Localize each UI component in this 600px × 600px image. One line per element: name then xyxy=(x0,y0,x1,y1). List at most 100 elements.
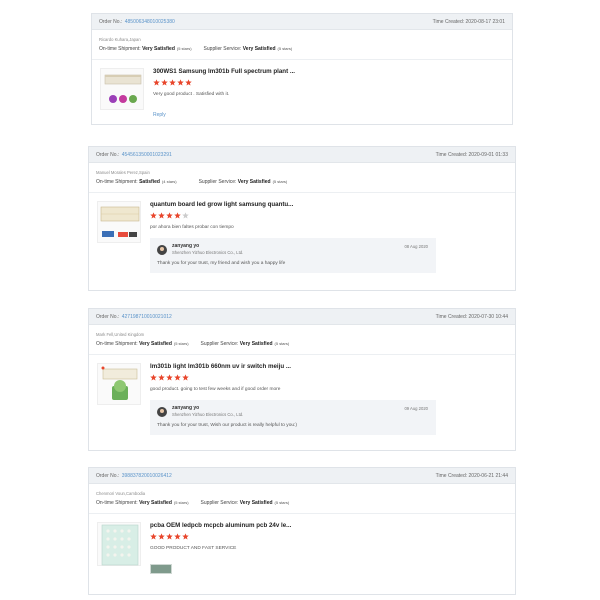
star-filled-icon xyxy=(166,212,173,219)
time-created-label: Time Created: xyxy=(435,314,468,320)
time-created-label: Time Created: xyxy=(435,152,468,158)
ratings-row: On-time Shipment: Very Satisfied (5 stars… xyxy=(89,338,515,349)
star-empty-icon xyxy=(182,212,189,219)
buyer-name: Ricardo Kuhara,Japan xyxy=(99,37,141,42)
reply-text: Thank you for your trust, my friend and … xyxy=(157,261,286,266)
review-card: Order No.: 454561350001023291 Time Creat… xyxy=(88,146,516,291)
ratings-row: On-time Shipment: Very Satisfied (5 stars… xyxy=(89,497,515,508)
time-created-value: 2020-06-21 21:44 xyxy=(468,473,508,479)
shipment-stars: (5 stars) xyxy=(173,500,189,505)
service-rating: Very Satisfied xyxy=(239,341,273,347)
star-filled-icon xyxy=(177,79,184,86)
star-filled-icon xyxy=(182,374,189,381)
service-stars: (5 stars) xyxy=(272,179,288,184)
supplier-reply: zanyang yo Shenzhen Yizhuo Electronics C… xyxy=(150,400,436,435)
card-header: Order No.: 454561350001023291 Time Creat… xyxy=(89,147,515,163)
service-stars: (5 stars) xyxy=(274,341,290,346)
shipment-rating: Very Satisfied xyxy=(139,500,172,506)
product-image[interactable] xyxy=(100,68,144,110)
star-filled-icon xyxy=(166,533,173,540)
star-rating xyxy=(150,533,508,541)
star-filled-icon xyxy=(166,374,173,381)
service-stars: (5 stars) xyxy=(274,500,290,505)
review-comment: por ahora bien faltes probar con tiempo xyxy=(150,225,234,230)
service-label: Supplier Service: xyxy=(200,500,239,506)
review-body: quantum board led grow light samsung qua… xyxy=(89,193,515,273)
star-filled-icon xyxy=(174,533,181,540)
order-number-link[interactable]: 454561350001023291 xyxy=(122,152,172,158)
order-number-link[interactable]: 398837820010026412 xyxy=(122,473,172,479)
product-title[interactable]: pcba OEM ledpcb mcpcb aluminum pcb 24v l… xyxy=(150,522,508,530)
time-created-value: 2020-09-01 01:33 xyxy=(468,152,508,158)
service-rating: Very Satisfied xyxy=(242,46,276,52)
review-body: pcba OEM ledpcb mcpcb aluminum pcb 24v l… xyxy=(89,514,515,574)
avatar xyxy=(157,245,167,255)
star-filled-icon xyxy=(158,212,165,219)
star-rating xyxy=(153,79,505,87)
replier-company: Shenzhen Yizhuo Electronics Co., Ltd. xyxy=(172,412,244,417)
star-filled-icon xyxy=(158,533,165,540)
shipment-label: On-time Shipment: xyxy=(96,341,138,347)
supplier-reply: zanyang yo Shenzhen Yizhuo Electronics C… xyxy=(150,238,436,273)
star-filled-icon xyxy=(174,212,181,219)
order-number-link[interactable]: 485006348010025380 xyxy=(125,19,175,25)
order-no-label: Order No.: xyxy=(99,19,123,25)
review-comment: GOOD PRODUCT AND FAST SERVICE xyxy=(150,546,237,551)
card-header: Order No.: 485006348010025380 Time Creat… xyxy=(92,14,512,30)
time-created-label: Time Created: xyxy=(432,19,465,25)
shipment-stars: (5 stars) xyxy=(173,341,189,346)
card-header: Order No.: 427198710010021012 Time Creat… xyxy=(89,309,515,325)
product-image[interactable] xyxy=(97,363,141,405)
card-header: Order No.: 398837820010026412 Time Creat… xyxy=(89,468,515,484)
buyer-name: Chenmori Voun,Cambodia xyxy=(96,491,146,496)
ratings-row: On-time Shipment: Very Satisfied (5 stars… xyxy=(92,43,512,54)
product-image[interactable] xyxy=(97,522,141,566)
shipment-label: On-time Shipment: xyxy=(96,179,138,185)
star-rating xyxy=(150,212,508,220)
time-created-value: 2020-08-17 23:01 xyxy=(465,19,505,25)
star-filled-icon xyxy=(174,374,181,381)
star-filled-icon xyxy=(185,79,192,86)
shipment-rating: Very Satisfied xyxy=(139,341,172,347)
shipment-label: On-time Shipment: xyxy=(99,46,141,52)
star-filled-icon xyxy=(150,374,157,381)
star-filled-icon xyxy=(150,212,157,219)
buyer-name: Manuel Morales Perez,Spain xyxy=(96,170,150,175)
service-label: Supplier Service: xyxy=(198,179,237,185)
shipment-stars: (5 stars) xyxy=(176,46,192,51)
avatar xyxy=(157,407,167,417)
review-photo[interactable] xyxy=(150,564,172,574)
review-card: Order No.: 427198710010021012 Time Creat… xyxy=(88,308,516,451)
service-rating: Very Satisfied xyxy=(239,500,273,506)
review-body: lm301b light lm301b 660nm uv ir switch m… xyxy=(89,355,515,435)
product-image[interactable] xyxy=(97,201,141,243)
review-card: Order No.: 485006348010025380 Time Creat… xyxy=(91,13,513,125)
order-number-link[interactable]: 427198710010021012 xyxy=(122,314,172,320)
review-body: 300WS1 Samsung lm301b Full spectrum plan… xyxy=(92,60,512,118)
service-label: Supplier Service: xyxy=(203,46,242,52)
star-filled-icon xyxy=(169,79,176,86)
service-label: Supplier Service: xyxy=(200,341,239,347)
product-title[interactable]: quantum board led grow light samsung qua… xyxy=(150,201,508,209)
reply-date: 08 Aug 2020 xyxy=(404,244,428,249)
reply-date: 09 Aug 2020 xyxy=(404,406,428,411)
order-no-label: Order No.: xyxy=(96,152,120,158)
time-created-label: Time Created: xyxy=(435,473,468,479)
grow-light-image xyxy=(101,366,138,400)
order-no-label: Order No.: xyxy=(96,473,120,479)
product-title[interactable]: 300WS1 Samsung lm301b Full spectrum plan… xyxy=(153,68,505,76)
shipment-label: On-time Shipment: xyxy=(96,500,138,506)
ratings-row: On-time Shipment: Satisfied (4 stars) Sup… xyxy=(89,176,515,187)
order-no-label: Order No.: xyxy=(96,314,120,320)
star-rating xyxy=(150,374,508,382)
review-card: Order No.: 398837820010026412 Time Creat… xyxy=(88,467,516,595)
product-title[interactable]: lm301b light lm301b 660nm uv ir switch m… xyxy=(150,363,508,371)
review-comment: good product. going to test few weeks an… xyxy=(150,387,281,392)
reply-link[interactable]: Reply xyxy=(153,112,505,118)
grow-light-image xyxy=(104,74,142,103)
star-filled-icon xyxy=(150,533,157,540)
service-rating: Very Satisfied xyxy=(237,179,271,185)
star-filled-icon xyxy=(161,79,168,86)
pcb-board-image xyxy=(101,524,139,566)
shipment-rating: Very Satisfied xyxy=(142,46,175,52)
